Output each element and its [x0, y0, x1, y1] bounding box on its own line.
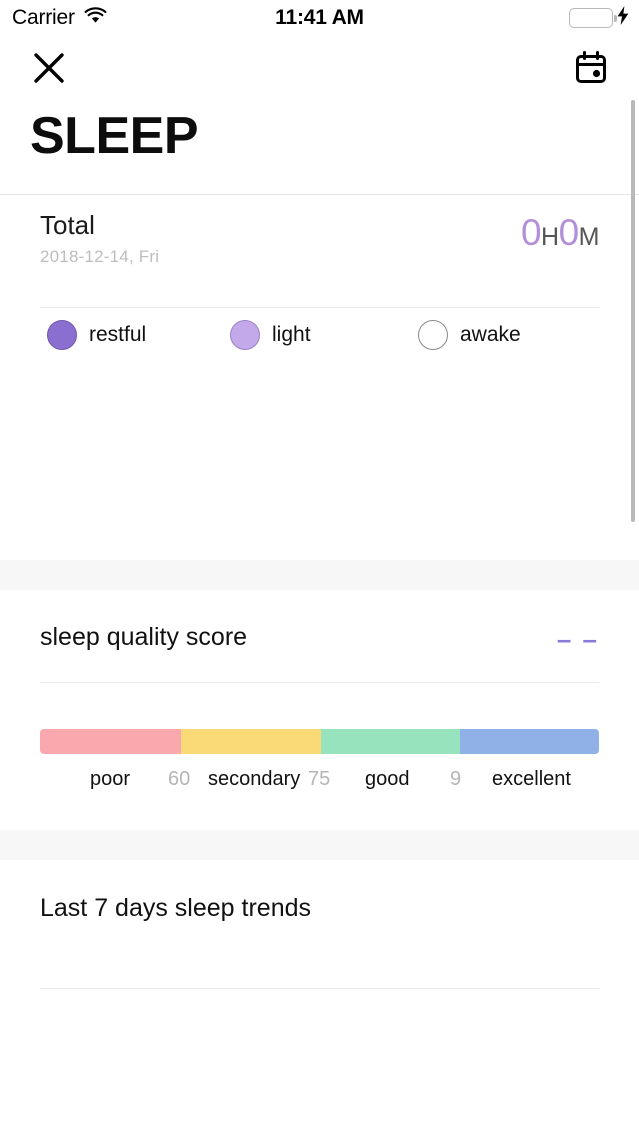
sleep-quality-value: – – — [556, 624, 599, 654]
section-separator-2 — [0, 830, 639, 860]
total-divider — [40, 307, 599, 308]
legend-label-awake: awake — [460, 323, 521, 346]
sleep-stage-legend: restful light awake — [0, 320, 639, 366]
sleep-quality-scale-labels: poor 60 secondary 75 good 9 excellent — [40, 768, 599, 796]
scale-segment-poor — [40, 729, 181, 754]
scale-label-good: good — [365, 768, 410, 790]
close-icon[interactable] — [30, 49, 68, 87]
total-row: Total 2018-12-14, Fri 0H0M — [40, 209, 600, 275]
scale-segment-excellent — [460, 729, 599, 754]
status-bar: Carrier 11:41 AM — [0, 0, 639, 36]
scale-tick-75: 75 — [308, 768, 331, 790]
status-bar-clock: 11:41 AM — [275, 6, 364, 29]
total-date: 2018-12-14, Fri — [40, 246, 160, 266]
scale-segment-good — [320, 729, 461, 754]
legend-item-awake[interactable]: awake — [418, 320, 521, 350]
scale-label-excellent: excellent — [492, 768, 571, 790]
sleep-trends-title: Last 7 days sleep trends — [40, 894, 311, 922]
battery-full-icon — [569, 8, 617, 28]
lightning-bolt-icon — [617, 6, 629, 30]
calendar-icon[interactable] — [573, 50, 609, 86]
sleep-quality-title: sleep quality score — [40, 623, 248, 651]
nav-bar — [0, 36, 639, 98]
scale-label-poor: poor — [90, 768, 131, 790]
legend-label-restful: restful — [89, 323, 147, 346]
total-minutes: 0 — [558, 212, 580, 253]
scale-tick-9: 9 — [450, 768, 462, 790]
sleep-quality-scale-bar — [40, 729, 599, 754]
sleep-quality-divider — [40, 682, 599, 683]
total-label: Total — [40, 210, 95, 240]
legend-item-restful[interactable]: restful — [47, 320, 146, 350]
section-separator-1 — [0, 560, 639, 590]
sleep-trends-divider — [40, 988, 599, 989]
scale-segment-secondary — [180, 729, 321, 754]
page-title: SLEEP — [30, 107, 199, 165]
legend-label-light: light — [272, 323, 311, 346]
total-hours-unit: H — [541, 223, 559, 251]
vertical-scrollbar[interactable] — [631, 100, 635, 522]
restful-color-dot — [47, 320, 77, 350]
scale-label-secondary: secondary — [208, 768, 301, 790]
total-minutes-unit: M — [578, 223, 600, 251]
scale-tick-60: 60 — [168, 768, 191, 790]
total-duration-value: 0H0M — [520, 212, 600, 254]
total-hours: 0 — [520, 212, 542, 253]
sleep-screen: Carrier 11:41 AM SLEEP Total 2018-12-14,… — [0, 0, 639, 1136]
light-color-dot — [230, 320, 260, 350]
legend-item-light[interactable]: light — [230, 320, 311, 350]
status-bar-right — [569, 6, 629, 30]
awake-color-dot — [418, 320, 448, 350]
